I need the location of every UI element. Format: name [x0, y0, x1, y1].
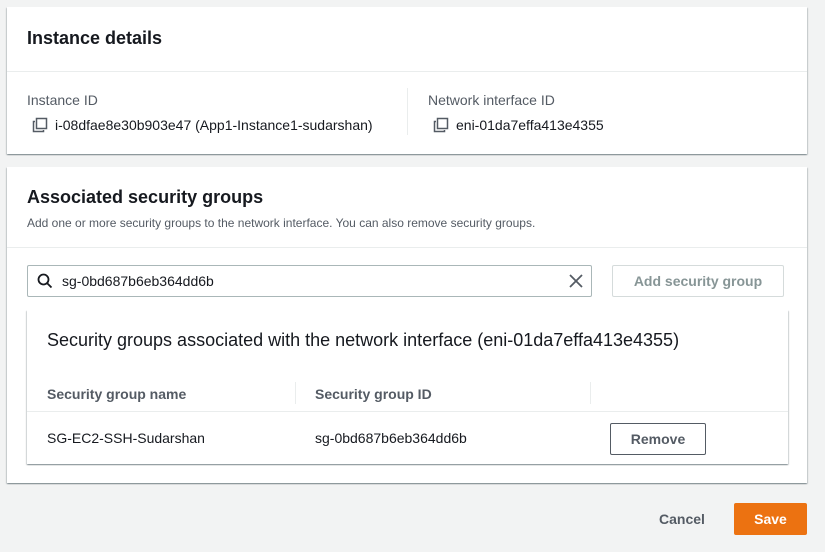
column-header-id: Security group ID [315, 386, 432, 402]
column-separator [590, 382, 591, 404]
column-header-name: Security group name [47, 386, 187, 402]
security-groups-title: Associated security groups [27, 187, 264, 207]
security-groups-description: Add one or more security groups to the n… [27, 216, 536, 230]
column-divider [407, 88, 408, 135]
security-groups-panel: Associated security groups Add one or mo… [7, 167, 807, 483]
table-row: SG-EC2-SSH-Sudarshan sg-0bd687b6eb364dd6… [27, 413, 788, 464]
table-header: Security group name Security group ID [27, 374, 788, 412]
copy-icon[interactable] [433, 117, 449, 133]
close-icon[interactable] [569, 274, 583, 288]
network-interface-value: eni-01da7effa413e4355 [456, 117, 604, 133]
instance-id-field: Instance ID i-08dfae8e30b903e47 (App1-In… [27, 92, 373, 133]
cancel-button[interactable]: Cancel [645, 503, 719, 535]
security-group-id: sg-0bd687b6eb364dd6b [315, 430, 467, 446]
table-title: Security groups associated with the netw… [47, 330, 680, 350]
network-interface-label: Network interface ID [428, 92, 555, 108]
security-groups-table: Security groups associated with the netw… [27, 310, 788, 464]
security-group-search-input[interactable]: sg-0bd687b6eb364dd6b [27, 265, 592, 297]
security-group-name: SG-EC2-SSH-Sudarshan [47, 430, 205, 446]
instance-details-header: Instance details [7, 7, 807, 72]
search-icon [37, 273, 53, 289]
instance-id-value: i-08dfae8e30b903e47 (App1-Instance1-suda… [55, 117, 373, 133]
instance-details-title: Instance details [27, 28, 163, 48]
search-value[interactable]: sg-0bd687b6eb364dd6b [62, 273, 569, 289]
add-security-group-button[interactable]: Add security group [612, 265, 784, 297]
copy-icon[interactable] [32, 117, 48, 133]
column-separator [295, 382, 296, 404]
network-interface-field: Network interface ID eni-01da7effa413e43… [428, 92, 604, 133]
remove-button[interactable]: Remove [610, 423, 706, 455]
instance-id-label: Instance ID [27, 92, 98, 108]
instance-details-panel: Instance details Instance ID i-08dfae8e3… [7, 7, 807, 154]
security-groups-header: Associated security groups Add one or mo… [7, 167, 807, 248]
save-button[interactable]: Save [734, 503, 807, 535]
